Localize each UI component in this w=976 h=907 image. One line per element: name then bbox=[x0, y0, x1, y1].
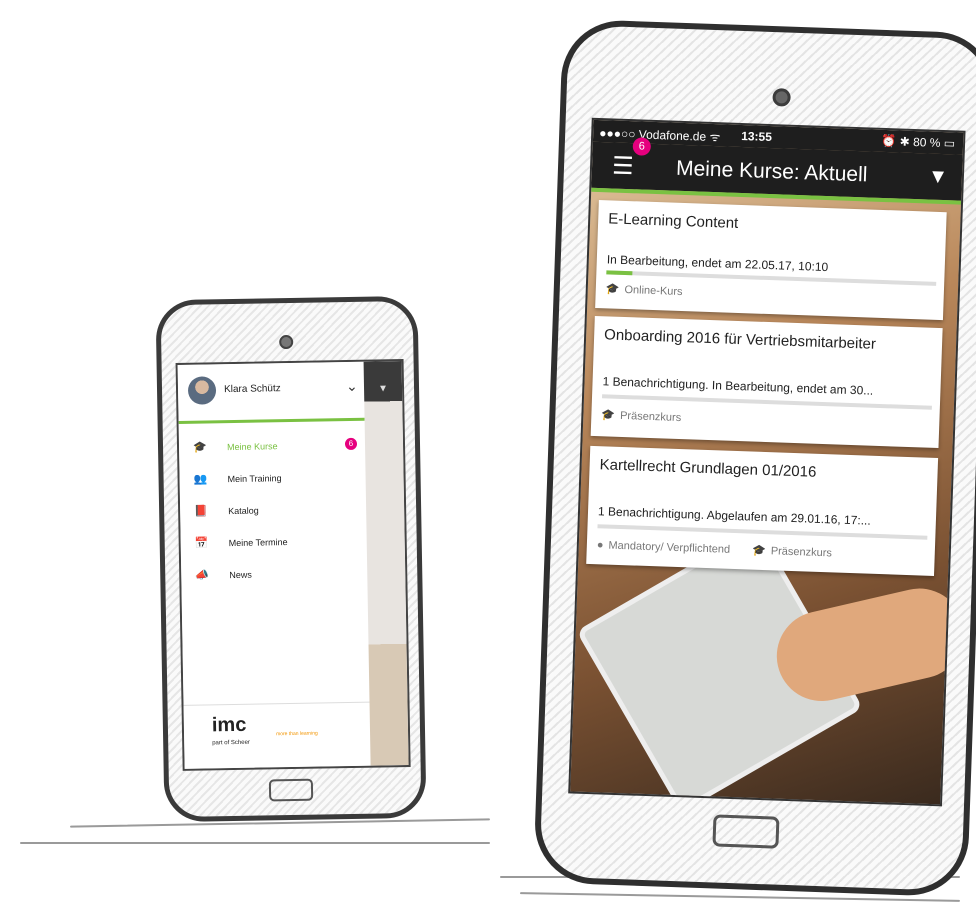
hamburger-menu-icon[interactable]: ☰ bbox=[612, 152, 634, 180]
menu-item-meine-kurse[interactable]: 🎓 Meine Kurse 6 bbox=[192, 437, 363, 459]
progress-bar bbox=[601, 394, 932, 410]
menu-item-label: Meine Termine bbox=[228, 537, 288, 549]
small-phone: Klara Schütz ⌄ 🎓 Meine Kurse 6 👥 Mein Tr… bbox=[155, 295, 427, 823]
divider bbox=[183, 701, 370, 706]
logo-subtitle: part of Scheer bbox=[212, 739, 250, 747]
status-icons: ⏰ ✱ 80 % ▭ bbox=[881, 133, 956, 151]
graduation-cap-icon: 🎓 bbox=[751, 544, 767, 558]
user-name: Klara Schütz bbox=[223, 383, 281, 396]
menu-item-meine-termine[interactable]: 📅 Meine Termine bbox=[195, 534, 365, 555]
graduation-cap-icon: 🎓 bbox=[192, 441, 207, 454]
course-title: Kartellrecht Grundlagen 01/2016 bbox=[599, 456, 817, 481]
course-status: 1 Benachrichtigung. Abgelaufen am 29.01.… bbox=[597, 504, 871, 528]
page-title: Meine Kurse: Aktuell bbox=[675, 156, 868, 187]
filter-icon: ▼ bbox=[377, 383, 389, 395]
large-phone-screen: ●●●○○ Vodafone.de ᯤ 13:55 ⏰ ✱ 80 % ▭ ☰ 6… bbox=[568, 117, 966, 807]
graduation-cap-icon: 🎓 bbox=[601, 409, 616, 422]
course-tag-label: Mandatory/ Verpflichtend bbox=[608, 539, 731, 556]
graduation-cap-icon: 🎓 bbox=[605, 283, 620, 296]
menu-item-label: News bbox=[229, 569, 252, 581]
menu-item-label: Meine Kurse bbox=[226, 441, 278, 453]
menu-item-katalog[interactable]: 📕 Katalog bbox=[194, 502, 364, 523]
course-status: 1 Benachrichtigung. In Bearbeitung, ende… bbox=[602, 374, 874, 398]
course-type: ● Mandatory/ Verpflichtend 🎓 Präsenzkurs bbox=[597, 538, 832, 559]
camera bbox=[279, 334, 294, 350]
megaphone-icon: 📣 bbox=[195, 569, 210, 582]
course-type: 🎓 Online-Kurs bbox=[606, 282, 683, 298]
progress-fill bbox=[606, 270, 633, 276]
chevron-down-icon[interactable]: ⌄ bbox=[346, 378, 358, 395]
course-type-label: Präsenzkurs bbox=[619, 409, 682, 425]
book-icon: 📕 bbox=[194, 505, 208, 518]
floor-line bbox=[20, 842, 490, 844]
course-card[interactable]: Onboarding 2016 für Vertriebsmitarbeiter… bbox=[590, 315, 943, 449]
course-type: 🎓 Präsenzkurs bbox=[601, 408, 681, 424]
home-button[interactable] bbox=[268, 778, 314, 802]
user-header[interactable]: Klara Schütz ⌄ bbox=[187, 374, 365, 409]
filter-icon[interactable]: ▼ bbox=[928, 166, 949, 190]
notification-badge: 6 bbox=[632, 137, 652, 156]
camera bbox=[772, 88, 791, 107]
navigation-drawer: Klara Schütz ⌄ 🎓 Meine Kurse 6 👥 Mein Tr… bbox=[177, 361, 371, 769]
progress-bar bbox=[597, 524, 928, 540]
course-title: E-Learning Content bbox=[607, 210, 739, 232]
menu-item-label: Mein Training bbox=[227, 473, 282, 485]
imc-logo: imc bbox=[211, 713, 247, 737]
course-card[interactable]: Kartellrecht Grundlagen 01/2016 1 Benach… bbox=[586, 445, 939, 576]
people-icon: 👥 bbox=[193, 473, 208, 486]
notification-badge: 6 bbox=[344, 437, 358, 451]
background-app-content: ▼ bbox=[363, 361, 409, 766]
menu-item-mein-training[interactable]: 👥 Mein Training bbox=[193, 470, 363, 491]
home-button[interactable] bbox=[712, 814, 780, 849]
status-time: 13:55 bbox=[740, 128, 773, 145]
menu-item-label: Katalog bbox=[228, 505, 259, 517]
info-icon: ● bbox=[596, 539, 604, 552]
course-type-label: Online-Kurs bbox=[624, 283, 683, 299]
logo-tagline: more than learning bbox=[276, 730, 318, 738]
course-type-label: Präsenzkurs bbox=[770, 545, 833, 560]
menu-item-news[interactable]: 📣 News bbox=[195, 566, 365, 587]
course-title: Onboarding 2016 für Vertriebsmitarbeiter bbox=[603, 326, 877, 353]
avatar bbox=[187, 376, 217, 405]
divider bbox=[178, 417, 365, 424]
large-phone: ●●●○○ Vodafone.de ᯤ 13:55 ⏰ ✱ 80 % ▭ ☰ 6… bbox=[533, 18, 976, 898]
calendar-icon: 📅 bbox=[194, 537, 209, 550]
small-phone-screen: Klara Schütz ⌄ 🎓 Meine Kurse 6 👥 Mein Tr… bbox=[175, 359, 411, 771]
course-card[interactable]: E-Learning Content In Bearbeitung, endet… bbox=[595, 200, 947, 321]
